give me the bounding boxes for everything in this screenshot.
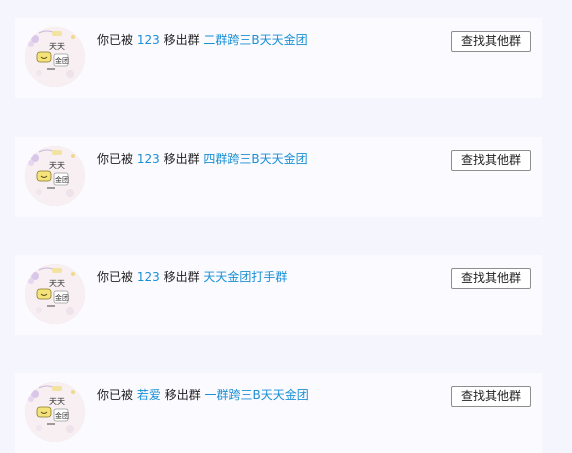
avatar-text-top: 天天 — [49, 397, 65, 406]
group-link[interactable]: 四群跨三B天天金团 — [203, 152, 307, 166]
group-avatar-image: 天天 金团 — [25, 382, 85, 442]
group-avatar[interactable]: 天天 金团 — [25, 146, 85, 206]
group-avatar-image: 天天 金团 — [25, 146, 85, 206]
operator-link[interactable]: 123 — [137, 270, 160, 284]
notice-message: 你已被 123 移出群 四群跨三B天天金团 — [97, 151, 308, 167]
find-other-groups-button[interactable]: 查找其他群 — [451, 386, 531, 407]
scroll-thumb[interactable] — [566, 0, 572, 452]
group-avatar[interactable]: 天天 金团 — [25, 264, 85, 324]
operator-link[interactable]: 123 — [137, 152, 160, 166]
notice-prefix: 你已被 — [97, 270, 134, 284]
notice-card: 天天 金团 你已被 123 移出群 天天金团打手群 查找其他群 — [15, 255, 542, 335]
notice-message: 你已被 若爱 移出群 一群跨三B天天金团 — [97, 387, 309, 403]
avatar-text-bottom: 金团 — [55, 56, 69, 65]
scrollbar[interactable] — [566, 0, 572, 452]
notice-list: 天天 金团 你已被 123 移出群 二群跨三B天天金团 查找其他群 天天 金团 … — [0, 0, 572, 453]
avatar-text-top: 天天 — [49, 279, 65, 288]
group-link[interactable]: 一群跨三B天天金团 — [205, 388, 309, 402]
avatar-text-bottom: 金团 — [55, 411, 69, 420]
group-avatar[interactable]: 天天 金团 — [25, 382, 85, 442]
notice-action: 移出群 — [163, 33, 200, 47]
avatar-text-bottom: 金团 — [55, 293, 69, 302]
notice-prefix: 你已被 — [97, 388, 134, 402]
notice-card: 天天 金团 你已被 若爱 移出群 一群跨三B天天金团 查找其他群 — [15, 373, 542, 453]
find-other-groups-button[interactable]: 查找其他群 — [451, 150, 531, 171]
group-avatar-image: 天天 金团 — [25, 27, 85, 87]
avatar-text-top: 天天 — [49, 161, 65, 170]
notice-prefix: 你已被 — [97, 33, 134, 47]
group-avatar-image: 天天 金团 — [25, 264, 85, 324]
find-other-groups-button[interactable]: 查找其他群 — [451, 268, 531, 289]
notice-card: 天天 金团 你已被 123 移出群 二群跨三B天天金团 查找其他群 — [15, 18, 542, 98]
notice-action: 移出群 — [163, 270, 200, 284]
group-link[interactable]: 天天金团打手群 — [203, 270, 287, 284]
operator-link[interactable]: 123 — [137, 33, 160, 47]
operator-link[interactable]: 若爱 — [137, 388, 161, 402]
notice-action: 移出群 — [163, 152, 200, 166]
group-avatar[interactable]: 天天 金团 — [25, 27, 85, 87]
avatar-text-bottom: 金团 — [55, 175, 69, 184]
notice-message: 你已被 123 移出群 二群跨三B天天金团 — [97, 32, 308, 48]
group-link[interactable]: 二群跨三B天天金团 — [203, 33, 307, 47]
notice-action: 移出群 — [164, 388, 201, 402]
avatar-text-top: 天天 — [49, 42, 65, 51]
notice-message: 你已被 123 移出群 天天金团打手群 — [97, 269, 287, 285]
notice-card: 天天 金团 你已被 123 移出群 四群跨三B天天金团 查找其他群 — [15, 137, 542, 217]
notice-prefix: 你已被 — [97, 152, 134, 166]
find-other-groups-button[interactable]: 查找其他群 — [451, 31, 531, 52]
